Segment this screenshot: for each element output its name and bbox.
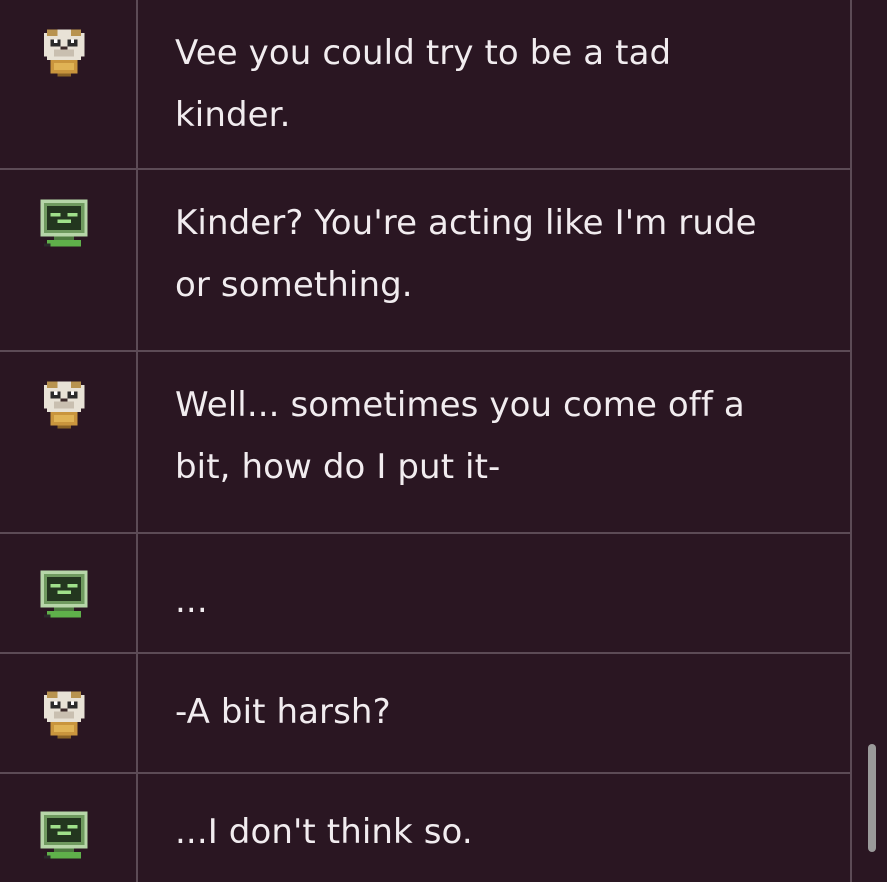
avatar-cell — [0, 534, 138, 652]
message-text: Kinder? You're acting like I'm rude or s… — [175, 203, 757, 305]
message-text: Well... sometimes you come off a bit, ho… — [175, 385, 745, 487]
scrollbar-thumb[interactable] — [868, 744, 876, 852]
monitor-avatar-icon[interactable] — [37, 196, 91, 250]
message-row: -A bit harsh? — [0, 654, 850, 774]
avatar-cell — [0, 0, 138, 168]
message-row: Kinder? You're acting like I'm rude or s… — [0, 170, 850, 352]
monitor-avatar-icon[interactable] — [37, 567, 91, 621]
dog-avatar-icon[interactable] — [37, 26, 91, 80]
avatar-cell — [0, 170, 138, 350]
message-text: ... — [175, 581, 208, 621]
message-row: ...I don't think so. — [0, 774, 850, 882]
message-table: Vee you could try to be a tad kinder. Ki… — [0, 0, 852, 882]
message-row: Well... sometimes you come off a bit, ho… — [0, 352, 850, 534]
avatar-cell — [0, 352, 138, 532]
dog-avatar-icon[interactable] — [37, 378, 91, 432]
message-text: ...I don't think so. — [175, 812, 473, 852]
message-row: ... — [0, 534, 850, 654]
avatar-cell — [0, 654, 138, 772]
chat-log: Vee you could try to be a tad kinder. Ki… — [0, 0, 887, 882]
message-row: Vee you could try to be a tad kinder. — [0, 0, 850, 170]
message-text: -A bit harsh? — [175, 692, 391, 732]
avatar-cell — [0, 774, 138, 882]
monitor-avatar-icon[interactable] — [37, 808, 91, 862]
message-text: Vee you could try to be a tad kinder. — [175, 33, 672, 135]
dog-avatar-icon[interactable] — [37, 688, 91, 742]
